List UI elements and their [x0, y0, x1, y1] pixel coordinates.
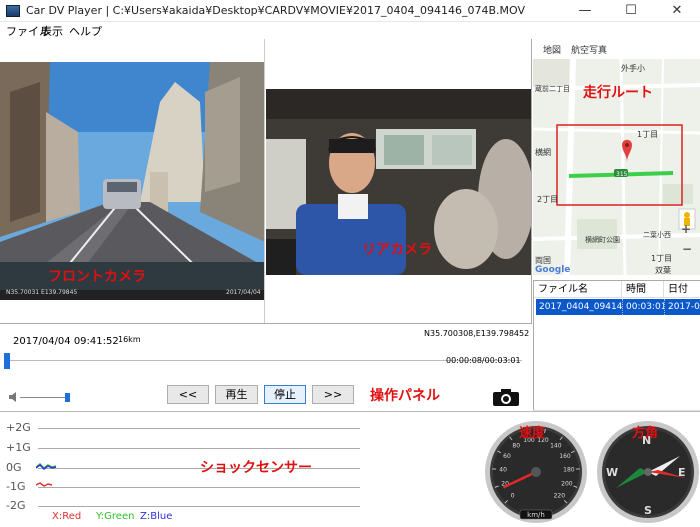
- front-osd-date: 2017/04/04: [226, 289, 261, 296]
- front-osd-coords: N35.70031 E139.79845: [6, 289, 78, 296]
- play-button[interactable]: 再生: [215, 385, 258, 404]
- speed-tick-label: 0: [511, 492, 515, 499]
- minimize-button[interactable]: —: [562, 0, 608, 22]
- seek-track[interactable]: [4, 360, 522, 361]
- map-pane[interactable]: 地図 航空写真 315 外手小 蔵前二丁目 1丁目 横網 2丁目 二葉小西 横網…: [533, 39, 700, 275]
- axis-z-legend: Z:Blue: [140, 511, 173, 522]
- map-place-label: 横網: [535, 147, 551, 157]
- title-bar: Car DV Player | C:¥Users¥akaida¥Desktop¥…: [0, 0, 700, 22]
- stop-button[interactable]: 停止: [264, 385, 306, 404]
- g-gridline: [38, 428, 360, 429]
- map-place-label: 蔵前二丁目: [535, 84, 570, 93]
- menu-view[interactable]: 表示: [41, 23, 63, 39]
- speed-tick-label: 180: [563, 467, 575, 474]
- speed-tick-label: 220: [554, 492, 566, 499]
- compass-letter-e: E: [678, 466, 686, 479]
- forward-button[interactable]: >>: [312, 385, 354, 404]
- window-title: Car DV Player | C:¥Users¥akaida¥Desktop¥…: [26, 4, 525, 17]
- g-level-label: +2G: [6, 421, 31, 434]
- speed-label: 速度: [519, 426, 546, 441]
- sensor-panel: +2G +1G 0G -1G -2G ショックセンサー X:Red Y:Gree…: [0, 411, 700, 527]
- front-camera-video[interactable]: [0, 62, 265, 300]
- seek-thumb[interactable]: [3, 353, 10, 369]
- file-list-header-date[interactable]: 日付: [664, 281, 700, 298]
- volume-icon[interactable]: [8, 391, 20, 403]
- speed-tick-label: 160: [559, 453, 571, 460]
- shock-sensor-label: ショックセンサー: [200, 460, 312, 476]
- map-place-label: 1丁目: [637, 130, 658, 139]
- map-place-label: 二葉小西: [643, 230, 671, 239]
- camera-icon[interactable]: [492, 387, 520, 407]
- g-gridline: [38, 448, 360, 449]
- front-camera-pane: N35.70031 E139.79845 2017/04/04 フロントカメラ: [0, 39, 265, 323]
- menu-bar: ファイル 表示 ヘルプ: [0, 22, 700, 39]
- speed-tick-label: 60: [503, 453, 511, 460]
- file-list-header-name[interactable]: ファイル名: [534, 281, 622, 298]
- volume-slider-thumb[interactable]: [64, 393, 70, 402]
- playback-speed: 16km: [118, 335, 141, 344]
- map-place-label: 両国: [535, 256, 551, 265]
- map-place-label: 2丁目: [537, 195, 558, 204]
- file-duration: 00:03:01: [623, 299, 665, 315]
- speed-tick-label: 40: [499, 467, 507, 474]
- compass-letter-w: W: [606, 466, 618, 479]
- map-zoom-out-button[interactable]: −: [682, 242, 692, 256]
- g-level-label: -1G: [6, 480, 26, 493]
- axis-y-legend: Y:Green: [96, 511, 135, 522]
- map-tab-map[interactable]: 地図: [543, 43, 561, 56]
- speed-unit: km/h: [527, 511, 545, 519]
- time-progress: 00:00:08/00:03:01: [446, 356, 521, 365]
- shock-traces: [36, 463, 57, 487]
- street-view-icon[interactable]: [684, 212, 690, 218]
- g-gridline: [38, 506, 360, 507]
- playback-datetime: 2017/04/04 09:41:52: [13, 336, 119, 347]
- map-tabs: 地図 航空写真: [533, 39, 700, 59]
- maximize-button[interactable]: ☐: [608, 0, 654, 22]
- map-zoom-in-button[interactable]: +: [681, 222, 691, 236]
- volume-slider-track[interactable]: [20, 397, 70, 398]
- compass-letter-s: S: [644, 504, 652, 517]
- control-panel-label: 操作パネル: [370, 388, 440, 404]
- file-list-header-duration[interactable]: 時間: [622, 281, 664, 298]
- speed-tick-label: 200: [561, 481, 573, 488]
- rewind-button[interactable]: <<: [167, 385, 209, 404]
- map-place-label: 双葉: [655, 265, 671, 275]
- map-place-label: 外手小: [621, 63, 645, 73]
- file-list-row[interactable]: 2017_0404_09414... 00:03:01 2017-0: [536, 299, 700, 315]
- rear-camera-label: リアカメラ: [362, 242, 432, 258]
- close-button[interactable]: ✕: [654, 0, 700, 22]
- g-level-label: +1G: [6, 441, 31, 454]
- google-logo: Google: [535, 265, 570, 275]
- map-place-label: 1丁目: [651, 254, 672, 263]
- map-place-label: 横網町公園: [585, 235, 620, 244]
- file-date: 2017-0: [668, 302, 700, 312]
- front-camera-label: フロントカメラ: [48, 269, 146, 285]
- file-list: ファイル名 時間 日付 2017_0404_09414... 00:03:01 …: [533, 280, 700, 410]
- route-label: 走行ルート: [583, 85, 653, 101]
- file-name: 2017_0404_09414...: [536, 299, 623, 315]
- axis-x-legend: X:Red: [52, 511, 82, 522]
- g-gridline: [38, 487, 360, 488]
- app-icon: [6, 5, 20, 17]
- g-level-label: -2G: [6, 499, 26, 512]
- g-level-label: 0G: [6, 461, 22, 474]
- control-panel: 2017/04/04 09:41:52 16km N35.700308,E139…: [0, 323, 532, 410]
- menu-help[interactable]: ヘルプ: [69, 23, 102, 39]
- speed-tick-label: 80: [512, 443, 520, 450]
- map-tab-satellite[interactable]: 航空写真: [571, 43, 607, 56]
- rear-camera-pane: リアカメラ: [266, 39, 532, 323]
- map-road-number: 315: [616, 171, 628, 178]
- direction-label: 方角: [632, 426, 659, 441]
- speed-tick-label: 140: [550, 443, 562, 450]
- playback-coords: N35.700308,E139.798452: [424, 329, 530, 338]
